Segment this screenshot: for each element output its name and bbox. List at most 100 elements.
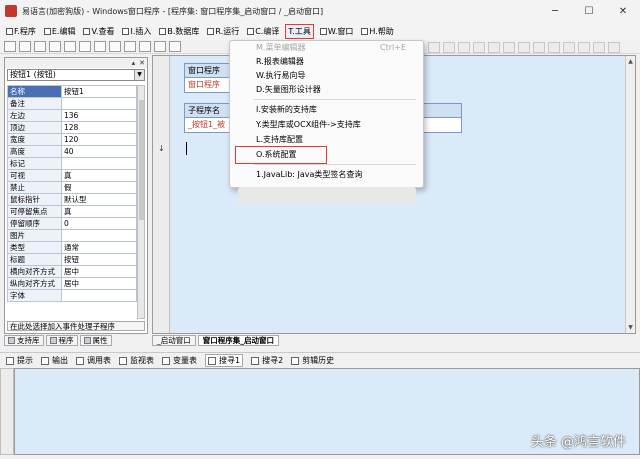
menu-item-vector-designer[interactable]: D.矢量图形设计器 [256,83,416,97]
menu-item-menu-editor[interactable]: M.菜单编辑器 Ctrl+E [256,41,416,55]
menu-run[interactable]: R.运行 [205,25,241,38]
menu-item-library-config[interactable]: L.支持库配置 [256,133,416,147]
property-value[interactable]: 128 [61,121,137,134]
property-row[interactable]: 可停留焦点真 [7,205,137,218]
property-value[interactable] [61,97,137,110]
align-middle-icon[interactable] [488,42,500,53]
tab-search2[interactable]: 搜寻2 [251,355,283,366]
property-value[interactable]: 通常 [61,241,137,254]
align-top-icon[interactable] [473,42,485,53]
property-value[interactable] [61,229,137,242]
menu-help[interactable]: H.帮助 [359,25,395,38]
tab-start-window[interactable]: _启动窗口 [152,335,196,346]
property-row[interactable]: 左边 136 [7,109,137,122]
property-row[interactable]: 高度 40 [7,145,137,158]
menu-item-javalib[interactable]: 1.JavaLib: Java类型签名查询 [256,168,416,182]
scrollbar-thumb[interactable] [139,100,144,220]
tab-output[interactable]: 输出 [41,355,68,366]
object-select[interactable]: 按钮1 (按钮) ▼ [7,69,145,81]
property-row[interactable]: 禁止假 [7,181,137,194]
property-value[interactable] [61,157,137,170]
property-row[interactable]: 停留顺序 0 [7,217,137,230]
property-value[interactable]: 按钮 [61,253,137,266]
property-value[interactable]: 按钮1 [61,85,137,98]
property-row[interactable]: 顶边 128 [7,121,137,134]
menu-database[interactable]: B.数据库 [157,25,201,38]
grid-icon[interactable] [124,41,136,52]
property-row[interactable]: 可视真 [7,169,137,182]
property-row[interactable]: 横向对齐方式 居中 [7,265,137,278]
space-h-icon[interactable] [563,42,575,53]
cut-icon[interactable] [49,41,61,52]
tab-watch[interactable]: 监视表 [119,355,154,366]
center-v-icon[interactable] [608,42,620,53]
menu-item-ocx-to-library[interactable]: Y.类型库或OCX组件->支持库 [256,118,416,132]
tab-library[interactable]: 支持库 [4,335,44,346]
property-value[interactable]: 136 [61,109,137,122]
copy-icon[interactable] [64,41,76,52]
property-value[interactable] [61,289,137,302]
scroll-up-icon[interactable]: ▲ [627,58,634,65]
property-value[interactable]: 120 [61,133,137,146]
close-icon[interactable]: ✕ [139,59,145,67]
editor-scrollbar[interactable]: ▲ ▼ [625,56,635,333]
property-value[interactable]: 真 [61,169,137,182]
space-v-icon[interactable] [578,42,590,53]
property-row[interactable]: 备注 [7,97,137,110]
list-icon[interactable] [154,41,166,52]
menu-window[interactable]: W.窗口 [318,25,356,38]
menu-view[interactable]: V.查看 [81,25,116,38]
tab-window-assembly[interactable]: 窗口程序集_启动窗口 [197,335,279,346]
table-icon[interactable] [139,41,151,52]
property-row[interactable]: 标记 [7,157,137,170]
property-value[interactable]: 居中 [61,265,137,278]
same-size-icon[interactable] [548,42,560,53]
same-width-icon[interactable] [518,42,530,53]
align-center-icon[interactable] [443,42,455,53]
property-value[interactable]: 居中 [61,277,137,290]
property-row[interactable]: 鼠标指针 默认型 [7,193,137,206]
tab-hint[interactable]: 提示 [6,355,33,366]
align-left-icon[interactable] [428,42,440,53]
menu-item-install-library[interactable]: I.安装新的支持库 [256,103,416,117]
same-height-icon[interactable] [533,42,545,53]
menu-compile[interactable]: C.编译 [245,25,281,38]
close-button[interactable]: ✕ [606,0,640,22]
center-h-icon[interactable] [593,42,605,53]
property-row[interactable]: 名称 按钮1 [7,85,137,98]
property-row[interactable]: 宽度 120 [7,133,137,146]
property-row[interactable]: 类型 通常 [7,241,137,254]
align-bottom-icon[interactable] [503,42,515,53]
property-value[interactable]: 0 [61,217,137,230]
property-row[interactable]: 纵向对齐方式 居中 [7,277,137,290]
tab-variables[interactable]: 变量表 [162,355,197,366]
property-row[interactable]: 字体 [7,289,137,302]
tab-call-table[interactable]: 调用表 [76,355,111,366]
event-select[interactable]: 在此处选择加入事件处理子程序 [7,321,145,331]
layout-icon[interactable] [169,41,181,52]
property-value[interactable]: 40 [61,145,137,158]
property-scrollbar[interactable] [137,85,145,319]
menu-item-wizard[interactable]: W.执行易向导 [256,69,416,83]
property-value[interactable]: 假 [61,181,137,194]
property-row[interactable]: 标题 按钮 [7,253,137,266]
align-right-icon[interactable] [458,42,470,53]
save-icon[interactable] [34,41,46,52]
tab-search1[interactable]: 搜寻1 [205,354,244,367]
property-value[interactable]: 真 [61,205,137,218]
pin-icon[interactable]: ▴ [132,59,136,67]
menu-tools[interactable]: T.工具 [285,23,314,39]
minimize-button[interactable]: ─ [538,0,572,22]
paste-icon[interactable] [79,41,91,52]
undo-icon[interactable] [94,41,106,52]
redo-icon[interactable] [109,41,121,52]
new-icon[interactable] [4,41,16,52]
menu-edit[interactable]: E.编辑 [42,25,78,38]
tab-clipboard-history[interactable]: 剪辑历史 [291,355,334,366]
menu-item-report-editor[interactable]: R.报表编辑器 [256,55,416,69]
property-value[interactable]: 默认型 [61,193,137,206]
tab-properties[interactable]: 属性 [79,335,112,346]
menu-program[interactable]: F.程序 [4,25,38,38]
property-row[interactable]: 图片 [7,229,137,242]
menu-insert[interactable]: I.插入 [120,25,153,38]
